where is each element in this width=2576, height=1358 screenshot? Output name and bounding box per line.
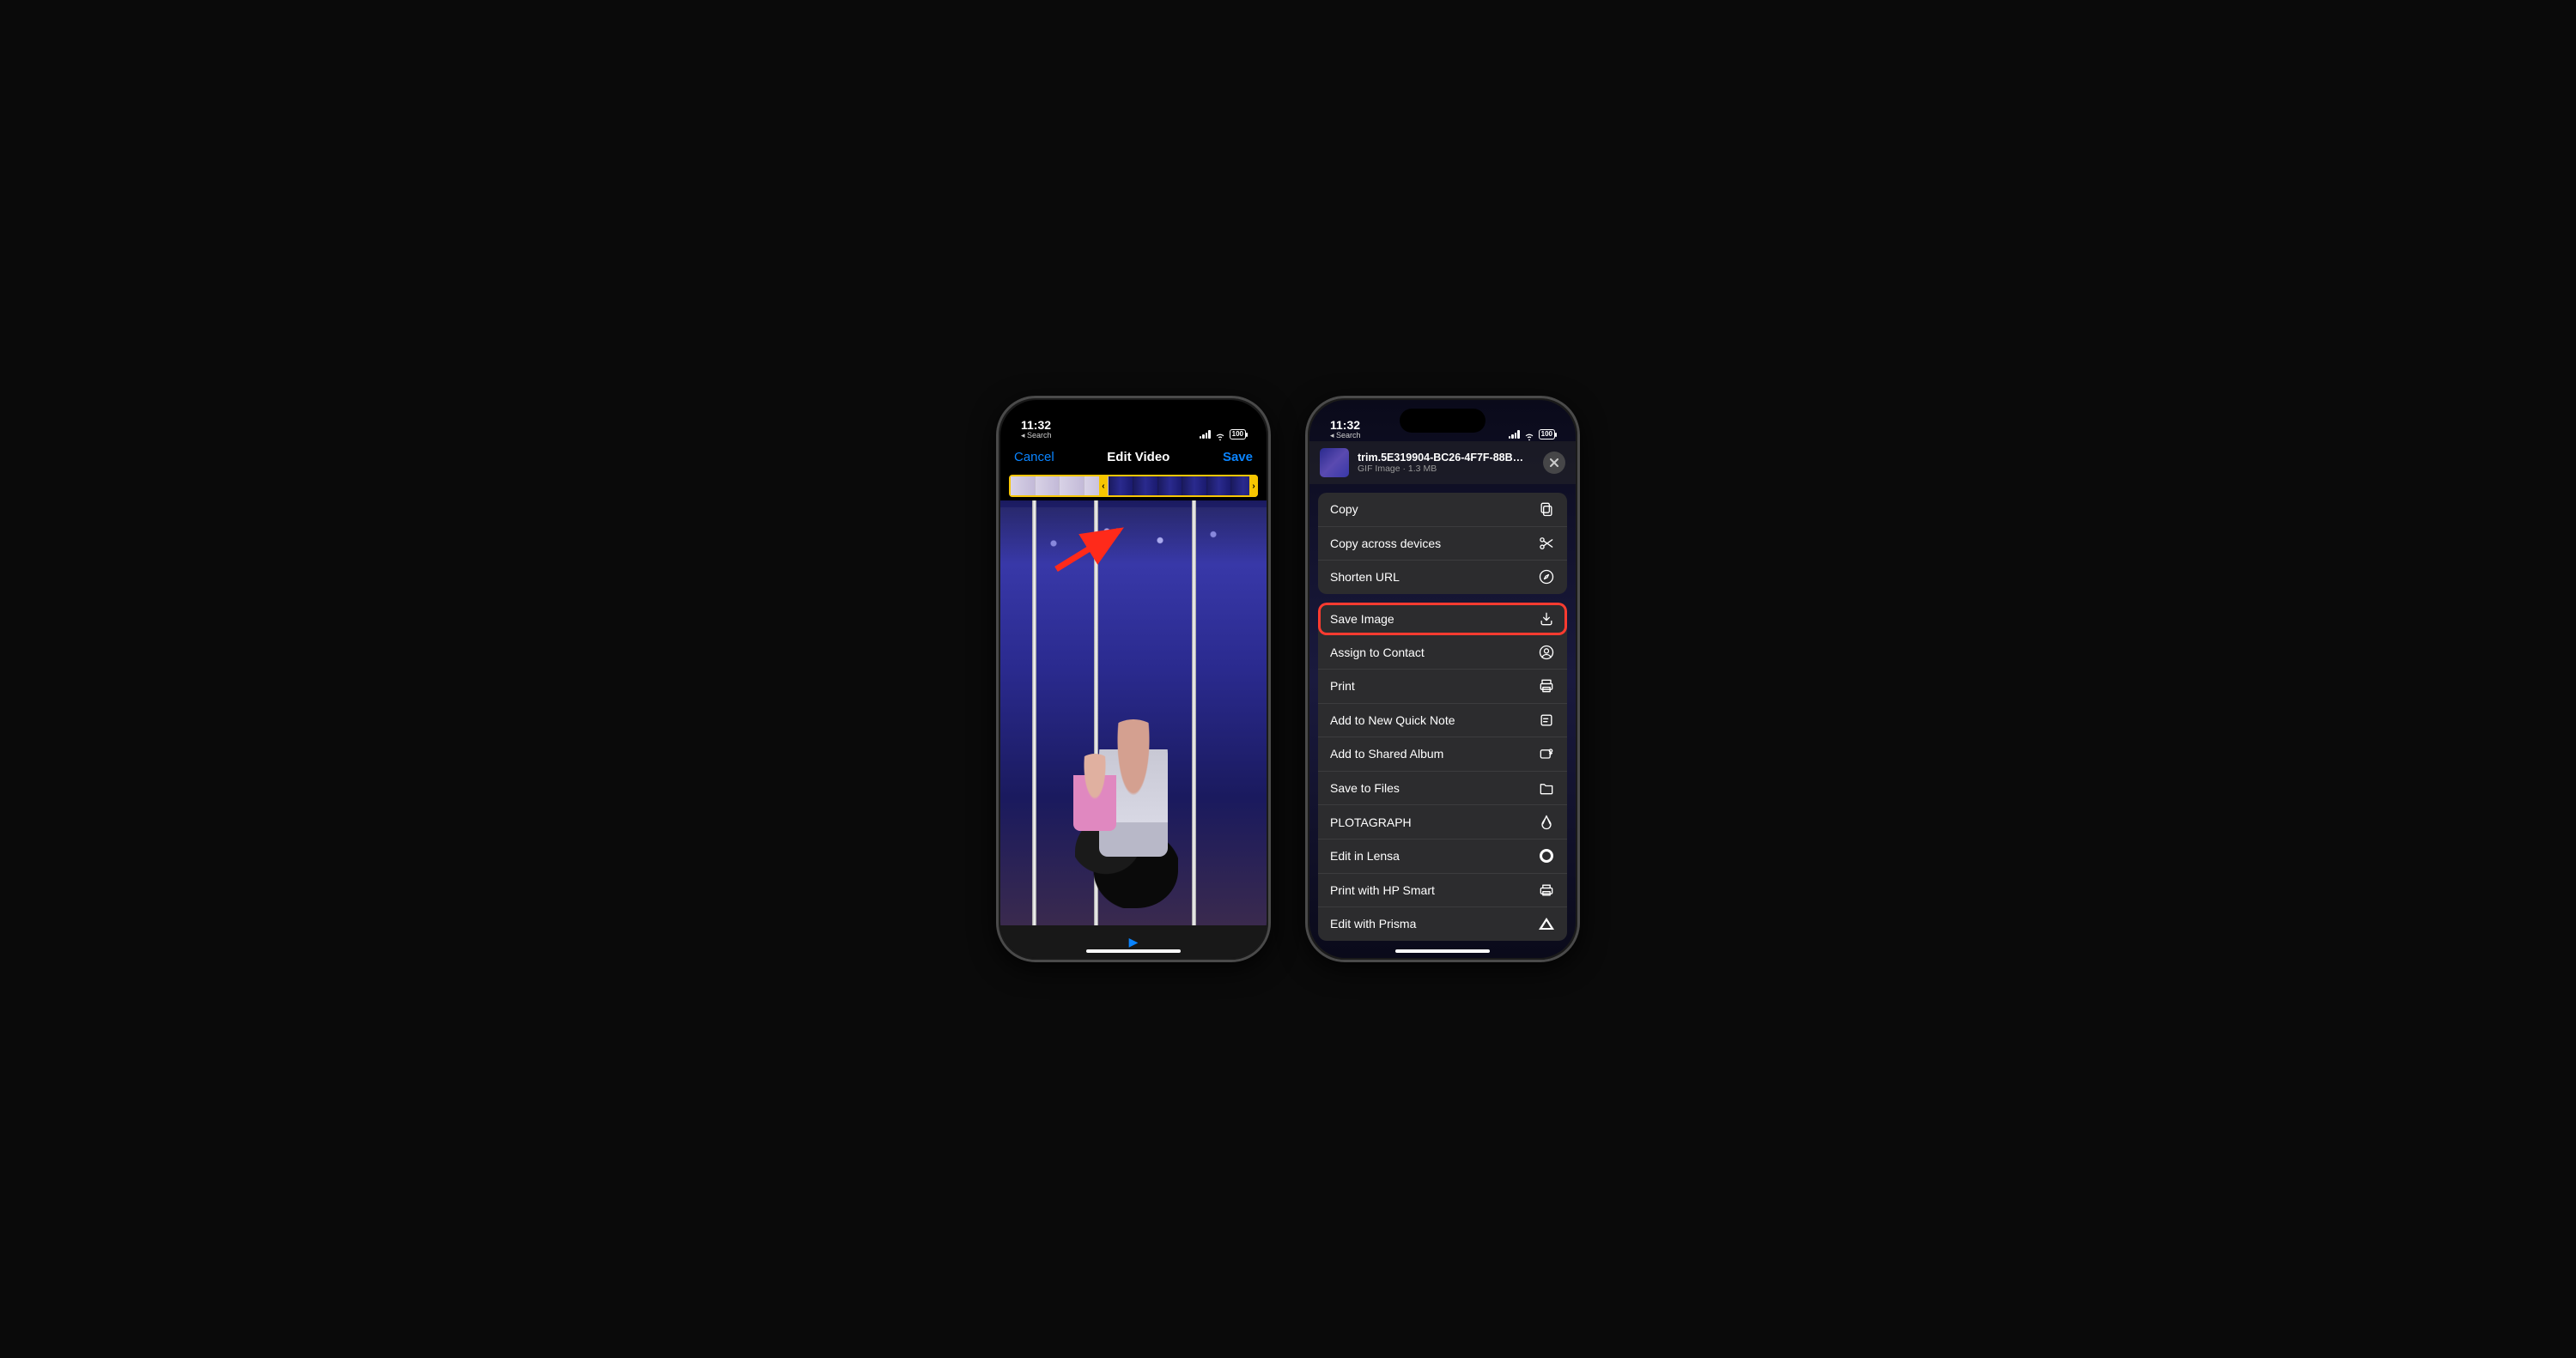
action-group-1: Copy Copy across devices Shorten URL	[1318, 493, 1567, 594]
action-label: Edit in Lensa	[1330, 849, 1400, 863]
cancel-button[interactable]: Cancel	[1014, 450, 1054, 464]
contact-icon	[1538, 644, 1555, 661]
wifi-icon	[1523, 430, 1535, 439]
compass-icon	[1538, 568, 1555, 585]
back-to-app[interactable]: Search	[1330, 432, 1361, 440]
trim-handle-left[interactable]: ‹	[1099, 475, 1108, 497]
print-icon	[1538, 677, 1555, 694]
action-label: Copy across devices	[1330, 537, 1441, 550]
action-label: Edit with Prisma	[1330, 917, 1416, 931]
playback-bar: ▶	[1000, 925, 1267, 958]
cellular-signal-icon	[1509, 430, 1520, 439]
dynamic-island	[1400, 409, 1485, 433]
action-label: Copy	[1330, 502, 1358, 516]
annotation-arrow	[1052, 522, 1138, 578]
phone-left: 11:32 Search 100 Cancel Edit Video Save …	[996, 396, 1271, 962]
play-button-icon[interactable]: ▶	[1129, 935, 1139, 949]
scissors-icon	[1538, 535, 1555, 552]
dynamic-island	[1091, 409, 1176, 433]
action-save-image[interactable]: Save Image	[1318, 603, 1567, 636]
action-label: PLOTAGRAPH	[1330, 815, 1412, 829]
action-label: Assign to Contact	[1330, 646, 1425, 659]
nav-title: Edit Video	[1107, 450, 1170, 464]
action-label: Save to Files	[1330, 781, 1400, 795]
action-label: Print	[1330, 679, 1355, 693]
folder-icon	[1538, 779, 1555, 797]
action-label: Add to New Quick Note	[1330, 713, 1455, 727]
action-shorten-url[interactable]: Shorten URL	[1318, 560, 1567, 594]
download-icon	[1538, 610, 1555, 627]
video-trim-timeline[interactable]: ‹ ›	[1009, 475, 1258, 497]
action-copy[interactable]: Copy	[1318, 493, 1567, 526]
cellular-signal-icon	[1200, 430, 1211, 439]
prisma-icon	[1538, 915, 1555, 932]
nav-bar: Cancel Edit Video Save	[1000, 441, 1267, 471]
action-label: Shorten URL	[1330, 570, 1400, 584]
close-button[interactable]	[1543, 452, 1565, 474]
close-icon	[1550, 458, 1558, 467]
action-add-to-new-quick-note[interactable]: Add to New Quick Note	[1318, 703, 1567, 737]
copy-icon	[1538, 500, 1555, 518]
phone-right: 11:32 Search 100 trim.5E319904-BC26-4F7F…	[1305, 396, 1580, 962]
action-label: Save Image	[1330, 612, 1394, 626]
battery-icon: 100	[1230, 429, 1246, 440]
status-time: 11:32	[1330, 419, 1360, 431]
battery-icon: 100	[1539, 429, 1555, 440]
action-assign-to-contact[interactable]: Assign to Contact	[1318, 635, 1567, 669]
action-edit-in-lensa[interactable]: Edit in Lensa	[1318, 839, 1567, 873]
action-save-to-files[interactable]: Save to Files	[1318, 771, 1567, 805]
action-label: Print with HP Smart	[1330, 883, 1435, 897]
action-edit-with-prisma[interactable]: Edit with Prisma	[1318, 906, 1567, 941]
action-copy-across-devices[interactable]: Copy across devices	[1318, 526, 1567, 561]
home-indicator[interactable]	[1395, 949, 1490, 953]
status-time: 11:32	[1021, 419, 1051, 431]
wifi-icon	[1214, 430, 1226, 439]
lensa-icon	[1538, 847, 1555, 864]
action-plotagraph[interactable]: PLOTAGRAPH	[1318, 804, 1567, 839]
shared-album-icon	[1538, 745, 1555, 762]
action-label: Add to Shared Album	[1330, 747, 1443, 761]
save-button[interactable]: Save	[1223, 450, 1253, 464]
back-to-app[interactable]: Search	[1021, 432, 1052, 440]
share-actions: Copy Copy across devices Shorten URL Save …	[1309, 484, 1576, 958]
note-icon	[1538, 712, 1555, 729]
action-print-with-hp-smart[interactable]: Print with HP Smart	[1318, 873, 1567, 907]
file-name: trim.5E319904-BC26-4F7F-88B…	[1358, 452, 1534, 464]
action-group-2: Save Image Assign to Contact Print Add to N…	[1318, 603, 1567, 941]
trim-handle-right[interactable]: ›	[1249, 475, 1258, 497]
action-add-to-shared-album[interactable]: Add to Shared Album	[1318, 737, 1567, 771]
plotagraph-icon	[1538, 814, 1555, 831]
share-sheet-header: trim.5E319904-BC26-4F7F-88B… GIF Image ·…	[1309, 441, 1576, 484]
hp-icon	[1538, 882, 1555, 899]
home-indicator[interactable]	[1086, 949, 1181, 953]
action-print[interactable]: Print	[1318, 669, 1567, 703]
file-thumbnail	[1320, 448, 1349, 477]
file-meta: GIF Image · 1.3 MB	[1358, 464, 1534, 474]
